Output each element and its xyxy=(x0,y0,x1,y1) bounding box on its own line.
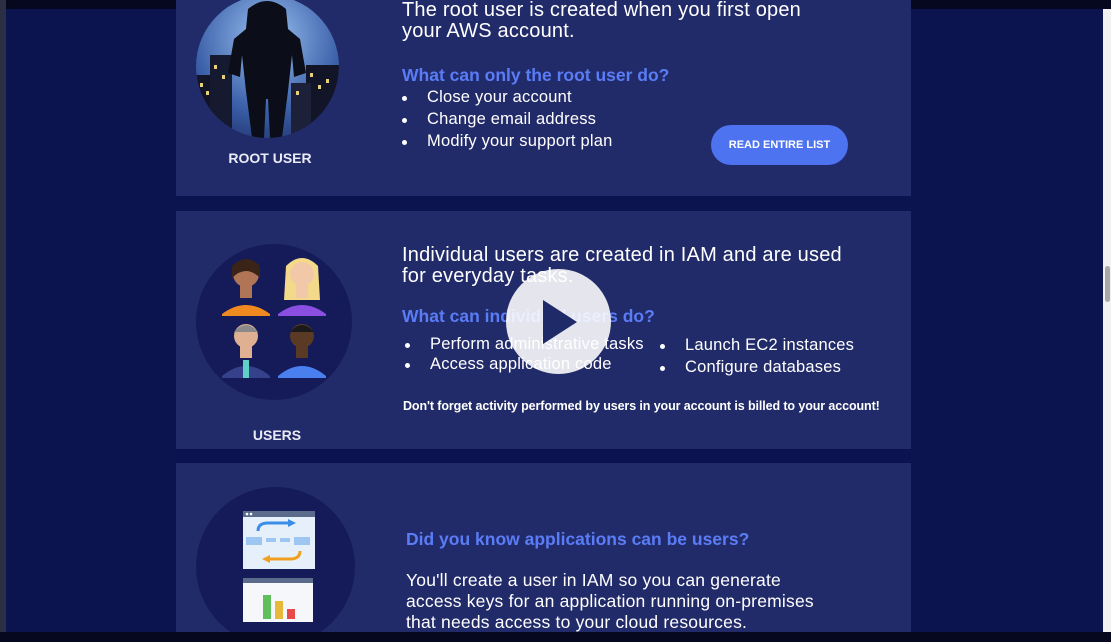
list-item: Launch EC2 instances xyxy=(659,336,855,354)
scrollbar[interactable] xyxy=(1103,9,1111,632)
root-user-illustration xyxy=(196,0,339,138)
list-item: Change email address xyxy=(401,110,597,128)
root-user-caption: ROOT USER xyxy=(228,150,312,166)
play-icon xyxy=(542,299,577,344)
root-user-heading: What can only the root user do? xyxy=(402,65,670,85)
list-item: Modify your support plan xyxy=(401,132,613,150)
left-edge xyxy=(0,0,6,642)
play-button[interactable] xyxy=(506,269,611,374)
list-item: Close your account xyxy=(402,88,572,106)
users-intro: Individual users are created in IAM and … xyxy=(402,244,842,287)
scrollbar-thumb[interactable] xyxy=(1105,266,1110,302)
application-windows-icon xyxy=(243,511,315,622)
applications-body: You'll create a user in IAM so you can g… xyxy=(406,570,814,632)
applications-heading: Did you know applications can be users? xyxy=(406,529,750,549)
list-item: Configure databases xyxy=(659,358,842,376)
applications-illustration xyxy=(196,487,355,642)
users-caption: USERS xyxy=(252,427,302,443)
root-user-intro: The root user is created when you first … xyxy=(402,0,802,42)
billing-note: Don't forget activity performed by users… xyxy=(403,399,880,413)
bottom-bar xyxy=(0,632,1111,642)
users-group-icon xyxy=(222,258,326,378)
read-entire-list-button[interactable]: READ ENTIRE LIST xyxy=(711,125,848,165)
superhero-silhouette-icon xyxy=(196,1,339,138)
users-illustration xyxy=(196,244,352,400)
